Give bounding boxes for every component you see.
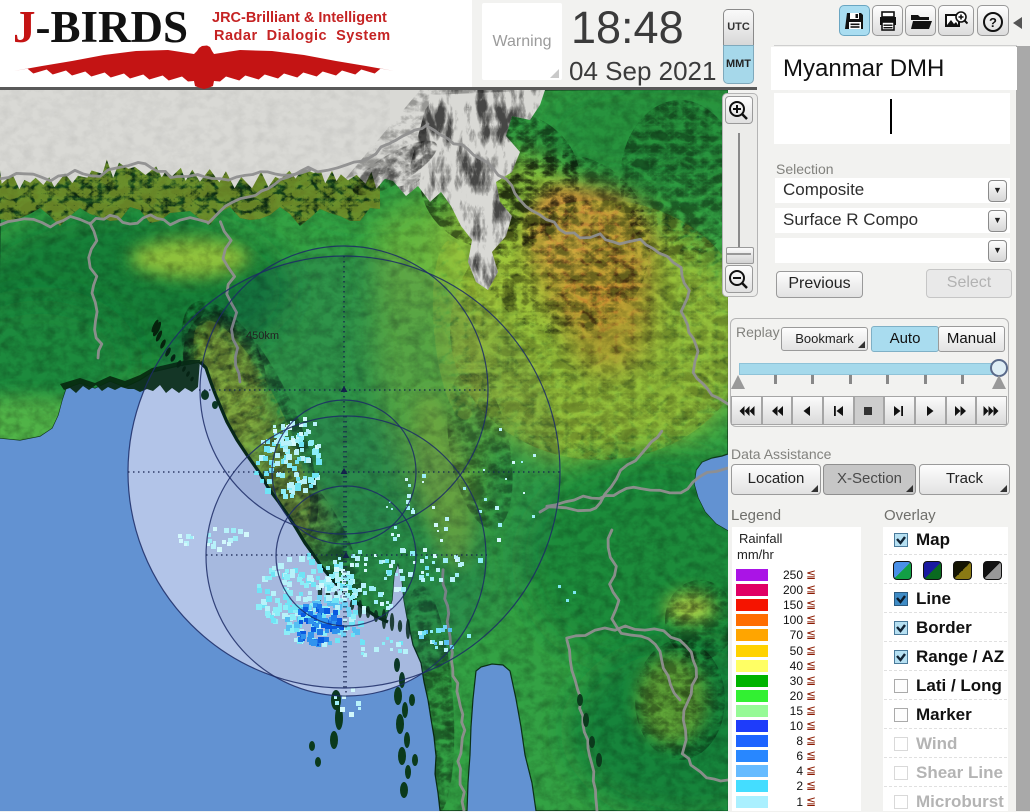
- svg-text:450km: 450km: [246, 330, 279, 342]
- svg-text:?: ?: [989, 15, 997, 30]
